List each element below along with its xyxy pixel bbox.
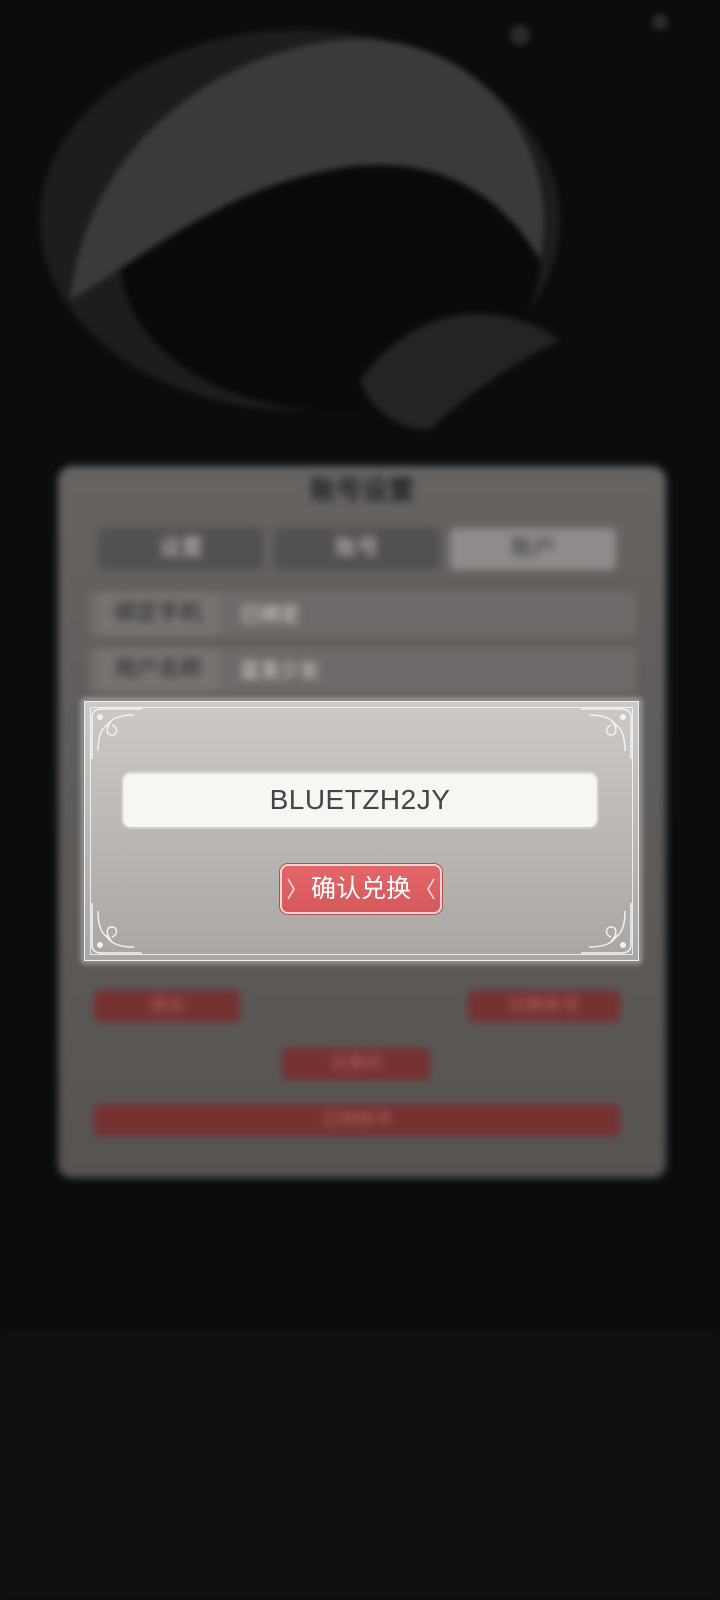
redeem-code-input[interactable]: BLUETZH2JY bbox=[121, 771, 599, 829]
redeem-dialog: BLUETZH2JY 确认兑换 bbox=[84, 701, 639, 961]
switch-account-button[interactable]: 切换账号 bbox=[468, 990, 620, 1022]
delete-account-button[interactable]: 注销账号 bbox=[94, 1104, 620, 1136]
tab-account[interactable]: 账号 bbox=[274, 528, 440, 570]
confirm-redeem-button[interactable]: 确认兑换 bbox=[280, 864, 442, 914]
confirm-redeem-label: 确认兑换 bbox=[310, 874, 411, 903]
ornament-corner-icon bbox=[577, 705, 635, 763]
row-value: 蓝发少女 bbox=[240, 658, 320, 682]
row-value: 已绑定 bbox=[240, 602, 300, 626]
settings-title: 账号设置 bbox=[309, 476, 414, 506]
ornament-corner-icon bbox=[88, 705, 146, 763]
settings-row-username[interactable]: 用户名称 蓝发少女 bbox=[88, 648, 636, 692]
logout-button[interactable]: 退出 bbox=[94, 990, 240, 1022]
settings-row-phone[interactable]: 绑定手机 已绑定 bbox=[88, 592, 636, 636]
arrow-deco-icon bbox=[426, 878, 436, 900]
arrow-deco-icon bbox=[286, 878, 296, 900]
tab-user[interactable]: 账户 bbox=[450, 528, 616, 570]
ornament-corner-icon bbox=[88, 899, 146, 957]
row-label: 用户名称 bbox=[96, 648, 220, 692]
row-label: 绑定手机 bbox=[96, 592, 220, 636]
redeem-code-button[interactable]: 兑换码 bbox=[282, 1048, 430, 1080]
ornament-corner-icon bbox=[577, 899, 635, 957]
tab-settings[interactable]: 设置 bbox=[98, 528, 264, 570]
